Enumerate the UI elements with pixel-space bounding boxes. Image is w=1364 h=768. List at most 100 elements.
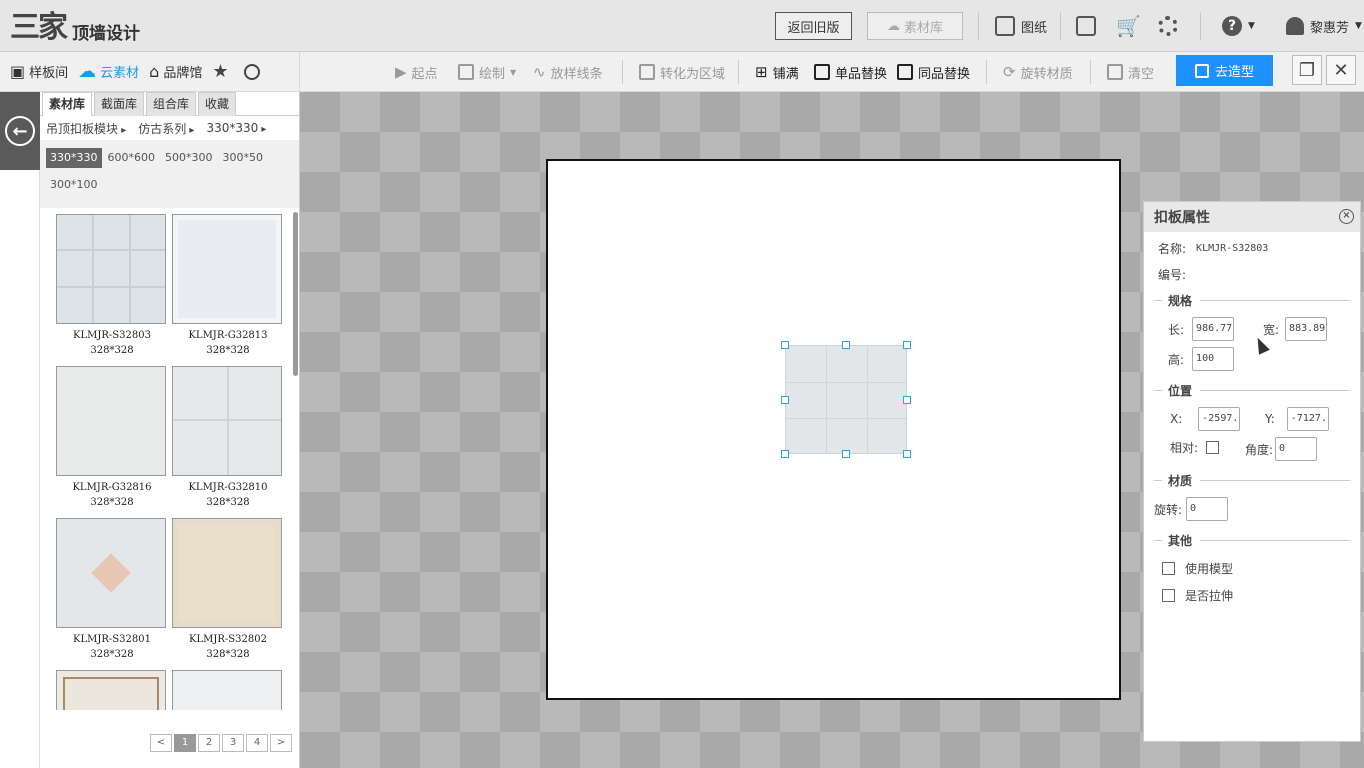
stretch-checkbox[interactable] <box>1162 589 1175 602</box>
cart-button[interactable]: 🛒 <box>1116 14 1141 38</box>
relative-checkbox[interactable] <box>1206 441 1220 454</box>
drawing-icon <box>995 16 1015 36</box>
tab-room[interactable]: ▣ 样板间 <box>10 62 68 81</box>
breadcrumb-item[interactable]: 吊顶扣板模块 <box>46 120 126 137</box>
close-window-button[interactable]: ✕ <box>1326 55 1356 85</box>
material-thumbnail <box>56 518 166 628</box>
library-sub-tabs: 素材库 截面库 组合库 收藏 <box>40 92 299 116</box>
angle-input[interactable]: 0 <box>1275 437 1318 461</box>
save-button[interactable] <box>1076 14 1096 38</box>
material-card[interactable]: KLMJR-S32801 328*328 <box>56 518 168 662</box>
material-card[interactable] <box>56 670 168 710</box>
logo-mark: 三家 <box>10 10 68 45</box>
width-row: 宽: 883.89 <box>1263 317 1328 341</box>
page-button[interactable]: 4 <box>246 734 268 752</box>
rotate-input[interactable]: 0 <box>1186 497 1229 521</box>
settings-button[interactable] <box>1158 14 1178 38</box>
size-option[interactable]: 330*330 <box>46 148 102 168</box>
page-button[interactable]: 2 <box>198 734 220 752</box>
resize-handle[interactable] <box>781 396 789 404</box>
material-card[interactable]: KLMJR-G32816 328*328 <box>56 366 168 510</box>
position-section: 位置 <box>1154 382 1350 399</box>
fill-button[interactable]: ⊞ 铺满 <box>755 60 799 84</box>
resize-handle[interactable] <box>842 341 850 349</box>
panel-properties: 扣板属性 × 名称: KLMJR-S32803 编号: 规格 长: 986.77… <box>1143 201 1361 742</box>
drawings-button[interactable]: 图纸 <box>995 14 1047 38</box>
relative-row: 相对: <box>1170 439 1220 456</box>
go-model-button[interactable]: 去造型 <box>1176 55 1273 86</box>
material-card[interactable]: KLMJR-G32810 328*328 <box>172 366 284 510</box>
resize-handle[interactable] <box>903 450 911 458</box>
same-replace-button[interactable]: 同品替换 <box>897 60 970 84</box>
breadcrumb-item[interactable]: 330*330 <box>206 121 266 135</box>
restore-window-button[interactable]: ❐ <box>1292 55 1322 85</box>
size-option[interactable]: 600*600 <box>104 148 160 168</box>
stretch-label: 是否拉伸 <box>1185 589 1234 603</box>
curve-icon: ∿ <box>533 63 546 81</box>
material-name: KLMJR-G32813 <box>188 330 268 341</box>
draw-button[interactable]: 绘制 ▼ <box>458 60 516 84</box>
size-option[interactable]: 300*100 <box>46 175 102 195</box>
relative-label: 相对: <box>1170 441 1199 455</box>
loft-line-button[interactable]: ∿ 放样线条 <box>533 60 603 84</box>
material-card[interactable]: KLMJR-S32803 328*328 <box>56 214 168 358</box>
material-card[interactable]: KLMJR-G32813 328*328 <box>172 214 284 358</box>
selected-panel[interactable] <box>785 345 907 454</box>
gear-icon <box>1158 16 1178 36</box>
page-button[interactable]: 1 <box>174 734 196 752</box>
material-card[interactable]: KLMJR-S32802 328*328 <box>172 518 284 662</box>
library-scrollbar[interactable] <box>293 212 298 376</box>
x-label: X: <box>1170 412 1183 426</box>
start-point-button[interactable]: ▶ 起点 <box>395 60 438 84</box>
material-thumbnail <box>172 214 282 324</box>
cloud-icon: ☁ <box>886 18 900 34</box>
close-icon[interactable]: × <box>1339 209 1354 224</box>
material-name: KLMJR-G32810 <box>188 482 268 493</box>
resize-handle[interactable] <box>842 450 850 458</box>
x-input[interactable]: -2597. <box>1198 407 1241 431</box>
resize-handle[interactable] <box>903 396 911 404</box>
resize-handle[interactable] <box>781 450 789 458</box>
use-model-row: 使用模型 <box>1162 560 1233 577</box>
tab-cloud[interactable]: ☁ 云素材 <box>78 61 139 82</box>
use-model-checkbox[interactable] <box>1162 562 1175 575</box>
tab-combos[interactable]: 组合库 <box>146 92 197 116</box>
angle-label: 角度: <box>1245 442 1274 457</box>
tab-favorites[interactable]: 收藏 <box>198 92 237 116</box>
convert-region-button[interactable]: 转化为区域 <box>639 60 725 84</box>
spec-section: 规格 <box>1154 292 1350 309</box>
single-replace-button[interactable]: 单品替换 <box>814 60 887 84</box>
cube-icon: ▣ <box>10 62 26 81</box>
clear-button[interactable]: 清空 <box>1107 60 1154 84</box>
size-option[interactable]: 500*300 <box>161 148 217 168</box>
material-name: KLMJR-S32803 <box>73 330 151 341</box>
favorites-button[interactable]: ★ <box>212 61 228 82</box>
old-version-button[interactable]: 返回旧版 <box>775 12 852 40</box>
height-input[interactable]: 100 <box>1192 347 1235 371</box>
resize-handle[interactable] <box>781 341 789 349</box>
help-button[interactable]: ? ▼ <box>1222 14 1255 38</box>
next-page-button[interactable]: > <box>270 734 292 752</box>
divider <box>1200 12 1201 40</box>
prev-page-button[interactable]: < <box>150 734 172 752</box>
collapse-panel-button[interactable]: ← <box>0 92 40 170</box>
tab-materials[interactable]: 素材库 <box>42 92 93 116</box>
tab-brand[interactable]: ⌂ 品牌馆 <box>149 62 202 81</box>
user-menu[interactable]: 黎惠芳 ▼ <box>1286 14 1362 38</box>
material-card[interactable] <box>172 670 284 710</box>
size-option[interactable]: 300*50 <box>219 148 268 168</box>
tab-sections[interactable]: 截面库 <box>94 92 145 116</box>
page-button[interactable]: 3 <box>222 734 244 752</box>
library-button[interactable]: ☁ 素材库 <box>867 12 963 40</box>
name-row: 名称: KLMJR-S32803 <box>1158 240 1268 257</box>
width-input[interactable]: 883.89 <box>1285 317 1328 341</box>
y-input[interactable]: -7127. <box>1286 407 1329 431</box>
resize-handle[interactable] <box>903 341 911 349</box>
rotate-material-button[interactable]: ⟳ 旋转材质 <box>1003 60 1073 84</box>
properties-title: 扣板属性 <box>1154 210 1210 226</box>
region-icon <box>639 64 655 80</box>
length-input[interactable]: 986.77 <box>1192 317 1235 341</box>
search-button[interactable] <box>244 63 261 80</box>
breadcrumb-item[interactable]: 仿古系列 <box>138 120 194 137</box>
replace-icon <box>814 64 830 80</box>
